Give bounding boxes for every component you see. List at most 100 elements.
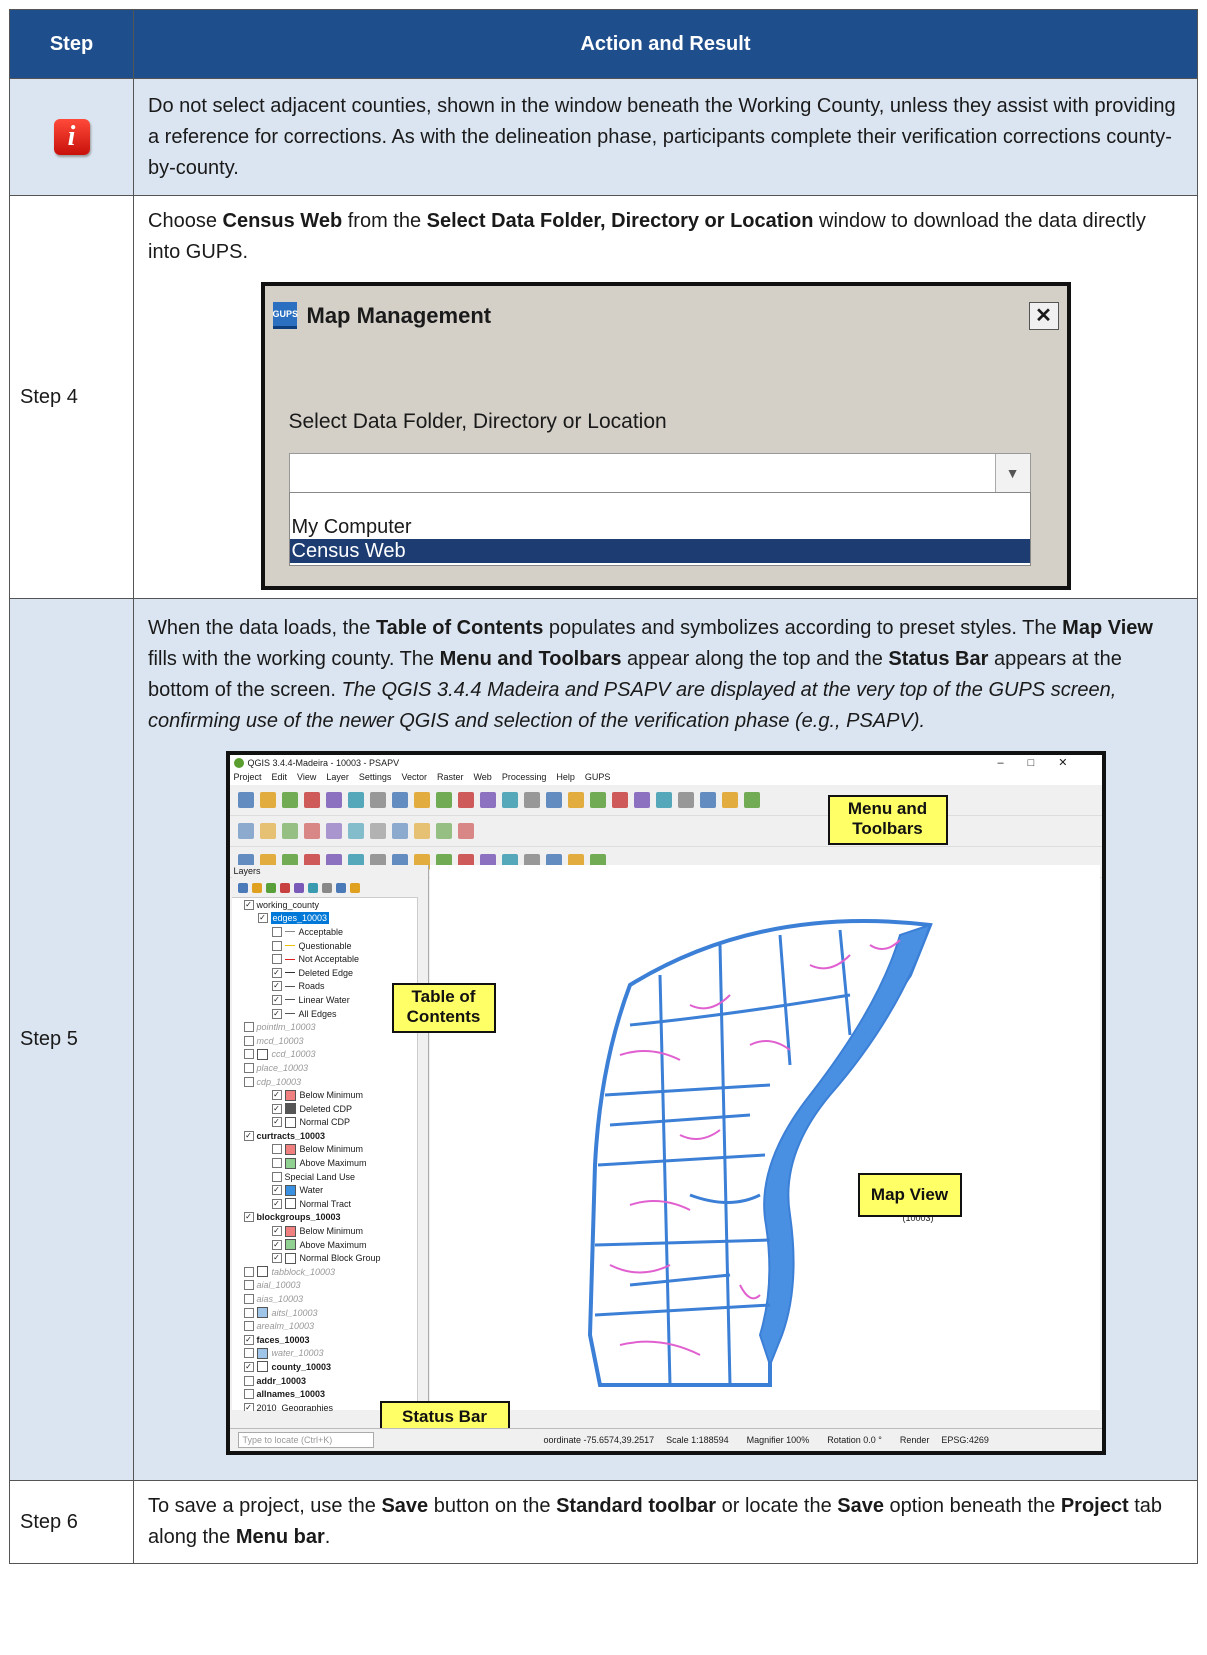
layer-item[interactable]: arealm_10003 [236,1319,428,1333]
layer-item[interactable]: allnames_10003 [236,1387,428,1401]
tool-icon[interactable] [369,792,386,808]
layer-tool-icon[interactable] [307,883,318,893]
layer-item[interactable]: ✓ county_10003 [236,1360,428,1374]
layer-checkbox[interactable]: ✓ [271,1226,282,1237]
layer-item[interactable]: ✓ curtracts_10003 [236,1129,428,1143]
layers-scrollbar[interactable] [416,897,428,1410]
tool-icon[interactable] [589,792,606,808]
tool-icon[interactable] [259,792,276,808]
layer-checkbox[interactable]: ✓ [271,981,282,992]
menu-gups[interactable]: GUPS [585,771,611,785]
option-my-computer[interactable]: My Computer [290,515,1030,539]
layer-item[interactable]: aias_10003 [236,1292,428,1306]
layer-tool-icon[interactable] [321,883,332,893]
layer-checkbox[interactable] [271,940,282,951]
layer-item[interactable]: ✓ Normal Tract [236,1197,428,1211]
layer-checkbox[interactable]: ✓ [271,1185,282,1196]
layer-checkbox[interactable] [271,1158,282,1169]
tool-icon[interactable] [457,823,474,839]
status-render[interactable]: Render [900,1434,930,1446]
tool-icon[interactable] [259,823,276,839]
layer-checkbox[interactable]: ✓ [271,967,282,978]
close-icon[interactable]: ✕ [1028,302,1059,330]
layer-checkbox[interactable]: ✓ [243,899,254,910]
status-rotation[interactable]: Rotation 0.0 ° [827,1434,882,1446]
layer-item[interactable]: aial_10003 [236,1279,428,1293]
tool-icon[interactable] [611,792,628,808]
layer-item[interactable]: Below Minimum [236,1143,428,1157]
layer-checkbox[interactable]: ✓ [243,1361,254,1372]
layer-checkbox[interactable] [243,1035,254,1046]
status-crs[interactable]: EPSG:4269 [941,1434,989,1446]
layer-item[interactable]: Questionable [236,939,428,953]
layer-checkbox[interactable] [243,1062,254,1073]
menu-web[interactable]: Web [473,771,491,785]
tool-icon[interactable] [413,823,430,839]
tool-icon[interactable] [281,792,298,808]
layer-checkbox[interactable]: ✓ [271,1239,282,1250]
layer-item[interactable]: ✓ Deleted CDP [236,1102,428,1116]
layer-checkbox[interactable]: ✓ [271,1008,282,1019]
tool-icon[interactable] [721,792,738,808]
menu-settings[interactable]: Settings [359,771,392,785]
layer-checkbox[interactable]: ✓ [271,1253,282,1264]
layer-checkbox[interactable] [243,1022,254,1033]
menu-project[interactable]: Project [234,771,262,785]
layer-item[interactable]: Special Land Use [236,1170,428,1184]
layer-item[interactable]: water_10003 [236,1347,428,1361]
tool-icon[interactable] [479,792,496,808]
tool-icon[interactable] [545,792,562,808]
tool-icon[interactable] [369,823,386,839]
layer-checkbox[interactable] [271,926,282,937]
layer-checkbox[interactable] [243,1049,254,1060]
tool-icon[interactable] [677,792,694,808]
layer-item[interactable]: ✓ Above Maximum [236,1238,428,1252]
layer-tool-icon[interactable] [265,883,276,893]
tool-icon[interactable] [325,823,342,839]
menu-help[interactable]: Help [556,771,575,785]
tool-icon[interactable] [699,792,716,808]
layer-item[interactable]: ✓ Normal CDP [236,1116,428,1130]
tool-icon[interactable] [237,792,254,808]
tool-icon[interactable] [347,792,364,808]
tool-icon[interactable] [567,792,584,808]
layer-checkbox[interactable] [243,1375,254,1386]
layer-checkbox[interactable]: ✓ [271,1090,282,1101]
tool-icon[interactable] [655,792,672,808]
layer-checkbox[interactable]: ✓ [243,1130,254,1141]
map-canvas[interactable]: New Castle (10003) [429,865,1100,1410]
layer-item[interactable]: place_10003 [236,1061,428,1075]
layer-item[interactable]: Acceptable [236,925,428,939]
layer-tool-icon[interactable] [335,883,346,893]
layer-checkbox[interactable]: ✓ [271,1198,282,1209]
window-buttons[interactable]: –□✕ [998,757,1092,769]
layer-tool-icon[interactable] [293,883,304,893]
menu-processing[interactable]: Processing [502,771,547,785]
layer-checkbox[interactable]: ✓ [243,1212,254,1223]
tool-icon[interactable] [325,792,342,808]
data-location-select[interactable]: ▼ [288,453,1031,493]
layer-item[interactable]: ✓ blockgroups_10003 [236,1211,428,1225]
layer-item[interactable]: ccd_10003 [236,1048,428,1062]
tool-icon[interactable] [281,823,298,839]
menu-edit[interactable]: Edit [272,771,288,785]
layer-item[interactable]: cdp_10003 [236,1075,428,1089]
menu-raster[interactable]: Raster [437,771,464,785]
layer-checkbox[interactable] [243,1348,254,1359]
layer-item[interactable]: Above Maximum [236,1156,428,1170]
tool-icon[interactable] [457,792,474,808]
status-scale[interactable]: Scale 1:188594 [666,1434,729,1446]
tool-icon[interactable] [413,792,430,808]
layer-checkbox[interactable] [243,1294,254,1305]
layer-tool-icon[interactable] [279,883,290,893]
layer-item[interactable]: ✓ Normal Block Group [236,1251,428,1265]
layer-tool-icon[interactable] [237,883,248,893]
layer-checkbox[interactable]: ✓ [271,1117,282,1128]
layer-checkbox[interactable] [243,1280,254,1291]
layer-checkbox[interactable] [271,954,282,965]
layer-item[interactable]: ✓ Water [236,1183,428,1197]
tool-icon[interactable] [435,823,452,839]
tool-icon[interactable] [743,792,760,808]
layer-checkbox[interactable] [243,1321,254,1332]
menu-vector[interactable]: Vector [401,771,427,785]
